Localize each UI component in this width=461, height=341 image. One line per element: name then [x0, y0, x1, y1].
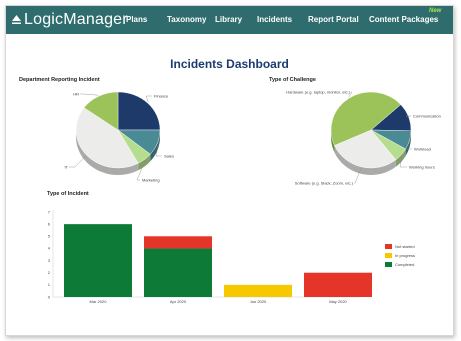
pie-label-sales: Sales [164, 153, 174, 158]
app-window: LogicManager Plans Taxonomy Library Inci… [5, 5, 454, 336]
x-tick-label: Mar 2020 [90, 299, 108, 304]
chart-title-incident-type: Type of Incident [47, 191, 89, 197]
pie-label-hardware-e-g-laptop-monitor-etc: Hardware (e.g. laptop, monitor, etc.) [286, 89, 350, 94]
y-tick-label: 6 [48, 221, 51, 226]
legend-label-not-started[interactable]: Not started [395, 244, 415, 249]
legend-swatch-not-started [385, 244, 392, 249]
legend-swatch-in-progress [385, 253, 392, 258]
pie-label-marketing: Marketing [142, 177, 160, 182]
x-tick-label: Jun 2020 [250, 299, 267, 304]
legend-label-completed[interactable]: Completed [395, 262, 414, 267]
bar-not-started-apr-2020[interactable] [144, 236, 212, 249]
y-tick-label: 5 [48, 234, 51, 239]
pie-chart-department: Finance Sales Marketing IT HR [64, 91, 174, 182]
pie-label-hr: HR [73, 91, 79, 96]
bar-in-progress-jun-2020[interactable] [224, 284, 292, 297]
x-tick-label: May 2020 [329, 299, 347, 304]
pie-label-working-hours: Working hours [409, 164, 435, 169]
nav-plans[interactable]: Plans [126, 15, 147, 24]
nav-content-packages[interactable]: Content Packages [369, 15, 438, 24]
y-tick-label: 2 [48, 270, 51, 275]
x-tick-label: Apr 2020 [170, 299, 187, 304]
pie-label-workload: Workload [414, 146, 431, 151]
y-tick-label: 7 [48, 209, 51, 214]
dashboard-title: Incidents Dashboard [170, 57, 289, 71]
pie-leader-line [145, 95, 152, 103]
bar-completed-mar-2020[interactable] [64, 224, 132, 297]
nav-incidents[interactable]: Incidents [257, 15, 292, 24]
y-tick-label: 4 [48, 246, 51, 251]
y-tick-label: 3 [48, 258, 51, 263]
nav-taxonomy[interactable]: Taxonomy [167, 15, 206, 24]
pie-label-finance: Finance [154, 93, 169, 98]
bar-not-started-may-2020[interactable] [304, 272, 372, 297]
top-navigation: LogicManager Plans Taxonomy Library Inci… [6, 6, 453, 34]
pie-leader-line [80, 93, 99, 96]
y-tick-label: 1 [48, 282, 51, 287]
bar-completed-apr-2020[interactable] [144, 248, 212, 297]
legend-swatch-completed [385, 262, 392, 267]
bar-chart-incident-type: 0 1 2 3 4 5 6 7 Mar 2020 Apr 2020 Jun 2020 May 2020… [48, 209, 415, 304]
nav-library[interactable]: Library [215, 15, 242, 24]
new-badge: New [429, 8, 442, 14]
pie-label-software-e-g-slack-zoom-etc: Software (e.g. Slack, Zoom, etc.) [295, 180, 354, 185]
nav-menu: Plans Taxonomy Library Incidents Report … [6, 6, 453, 34]
pie-label-it: IT [64, 164, 68, 169]
pie-label-communication: Communication [413, 113, 441, 118]
nav-report-portal[interactable]: Report Portal [308, 15, 359, 24]
legend-label-in-progress[interactable]: In progress [395, 253, 415, 258]
y-tick-label: 0 [48, 294, 51, 299]
pie-chart-challenge: Communication Workload Working hours Softwa… [286, 89, 441, 185]
